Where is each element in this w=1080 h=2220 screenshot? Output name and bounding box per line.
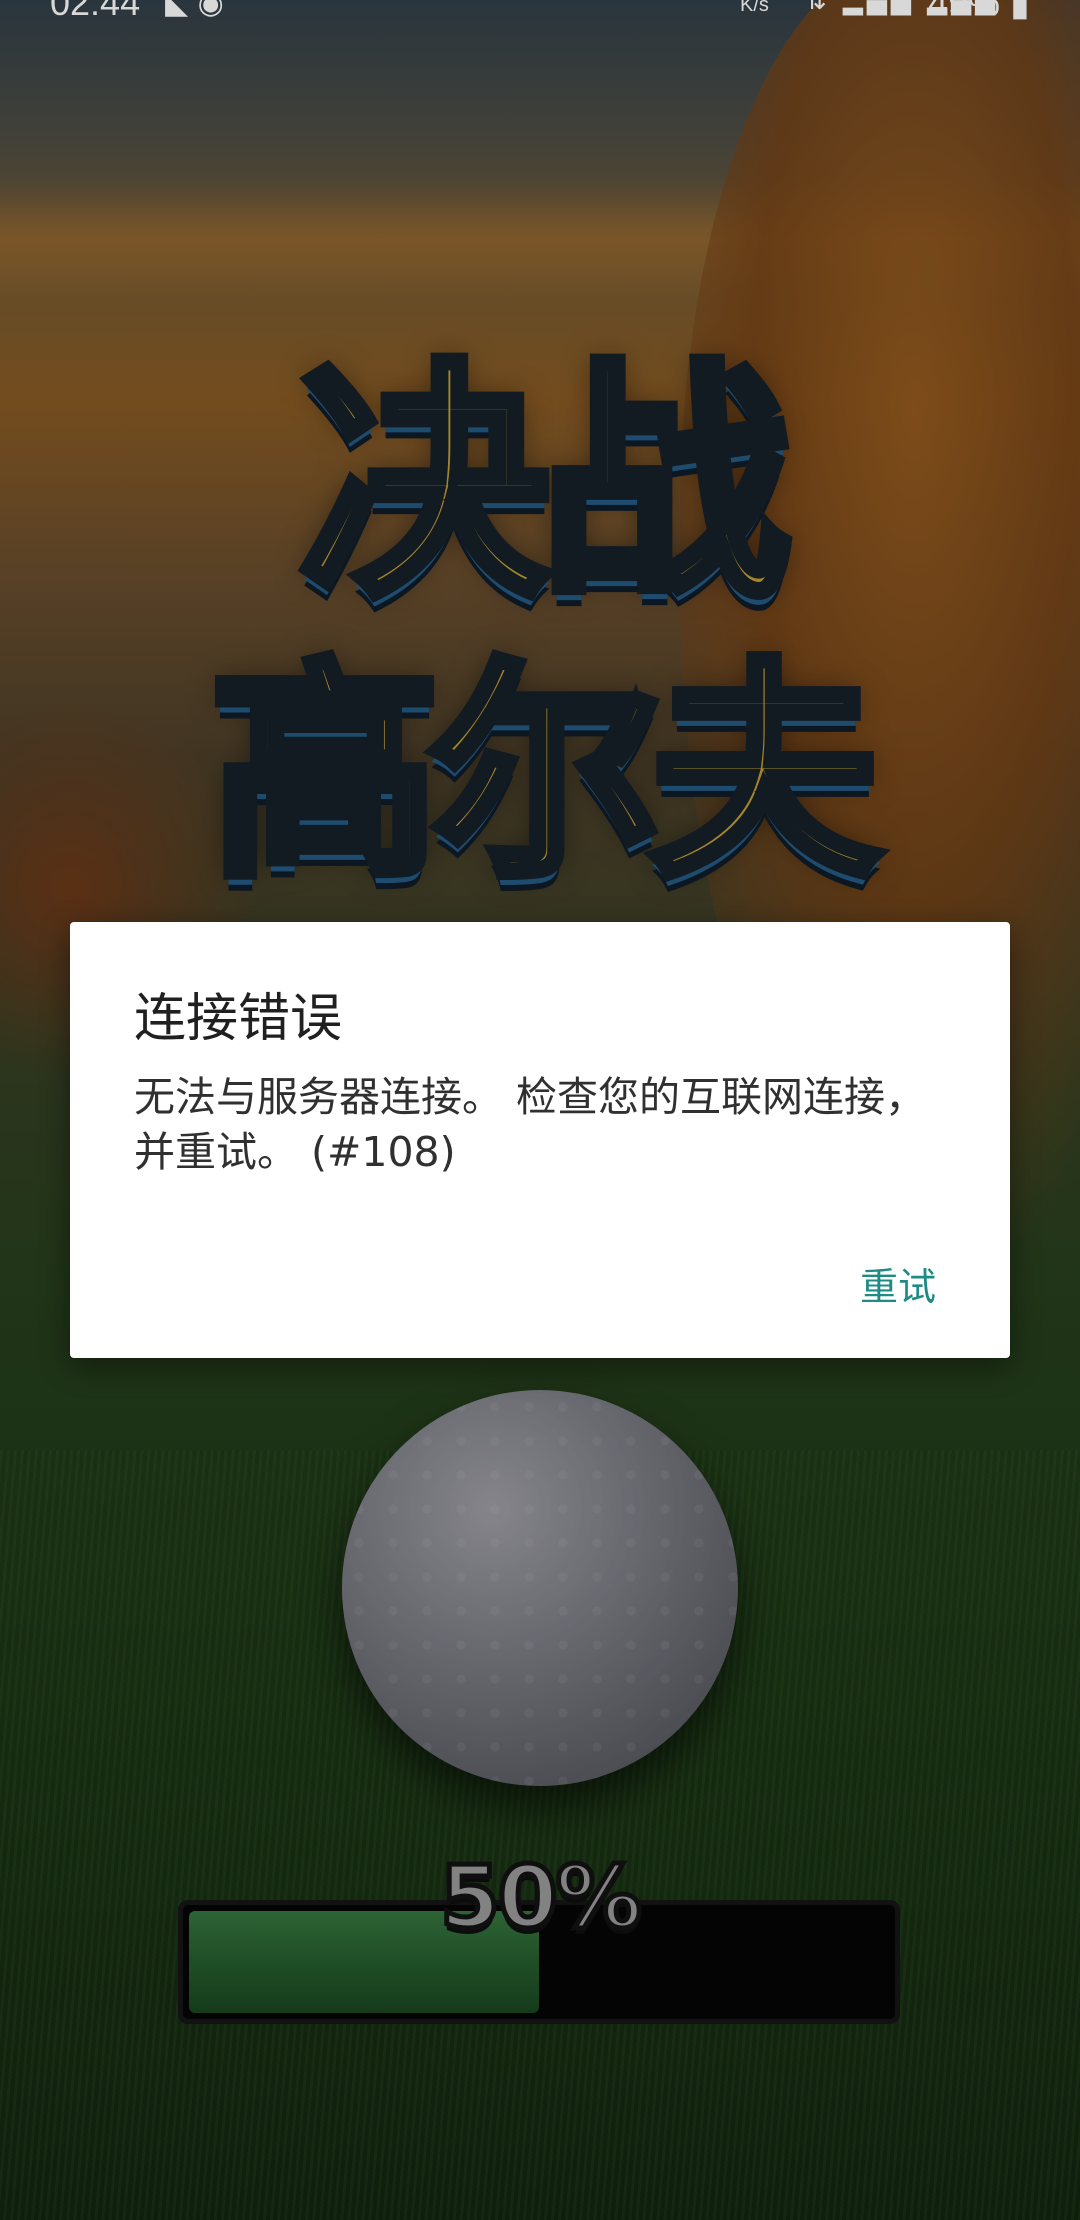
retry-button[interactable]: 重试 bbox=[846, 1250, 950, 1317]
status-time: 02:44 bbox=[50, 0, 141, 23]
battery-indicator: 49% ▮ bbox=[928, 0, 1030, 23]
status-bar: 02:44 ◣ ◉ K/s ⇅ ▂▄▆ ▂▄▆ 49% ▮ bbox=[0, 0, 1080, 24]
dialog-message: 无法与服务器连接。 检查您的互联网连接，并重试。 (#108) bbox=[134, 1073, 927, 1176]
notification-icons: ◣ ◉ bbox=[165, 0, 224, 21]
network-speed: K/s bbox=[740, 0, 769, 16]
game-loading-screen: 决战 高尔夫 50% 02:44 ◣ ◉ K/s ⇅ ▂▄▆ ▂▄▆ 49% ▮… bbox=[0, 0, 1080, 2220]
connection-error-dialog: 连接错误 无法与服务器连接。 检查您的互联网连接，并重试。 (#108) 重试 bbox=[70, 922, 1010, 1358]
dialog-title: 连接错误 bbox=[134, 989, 343, 1049]
